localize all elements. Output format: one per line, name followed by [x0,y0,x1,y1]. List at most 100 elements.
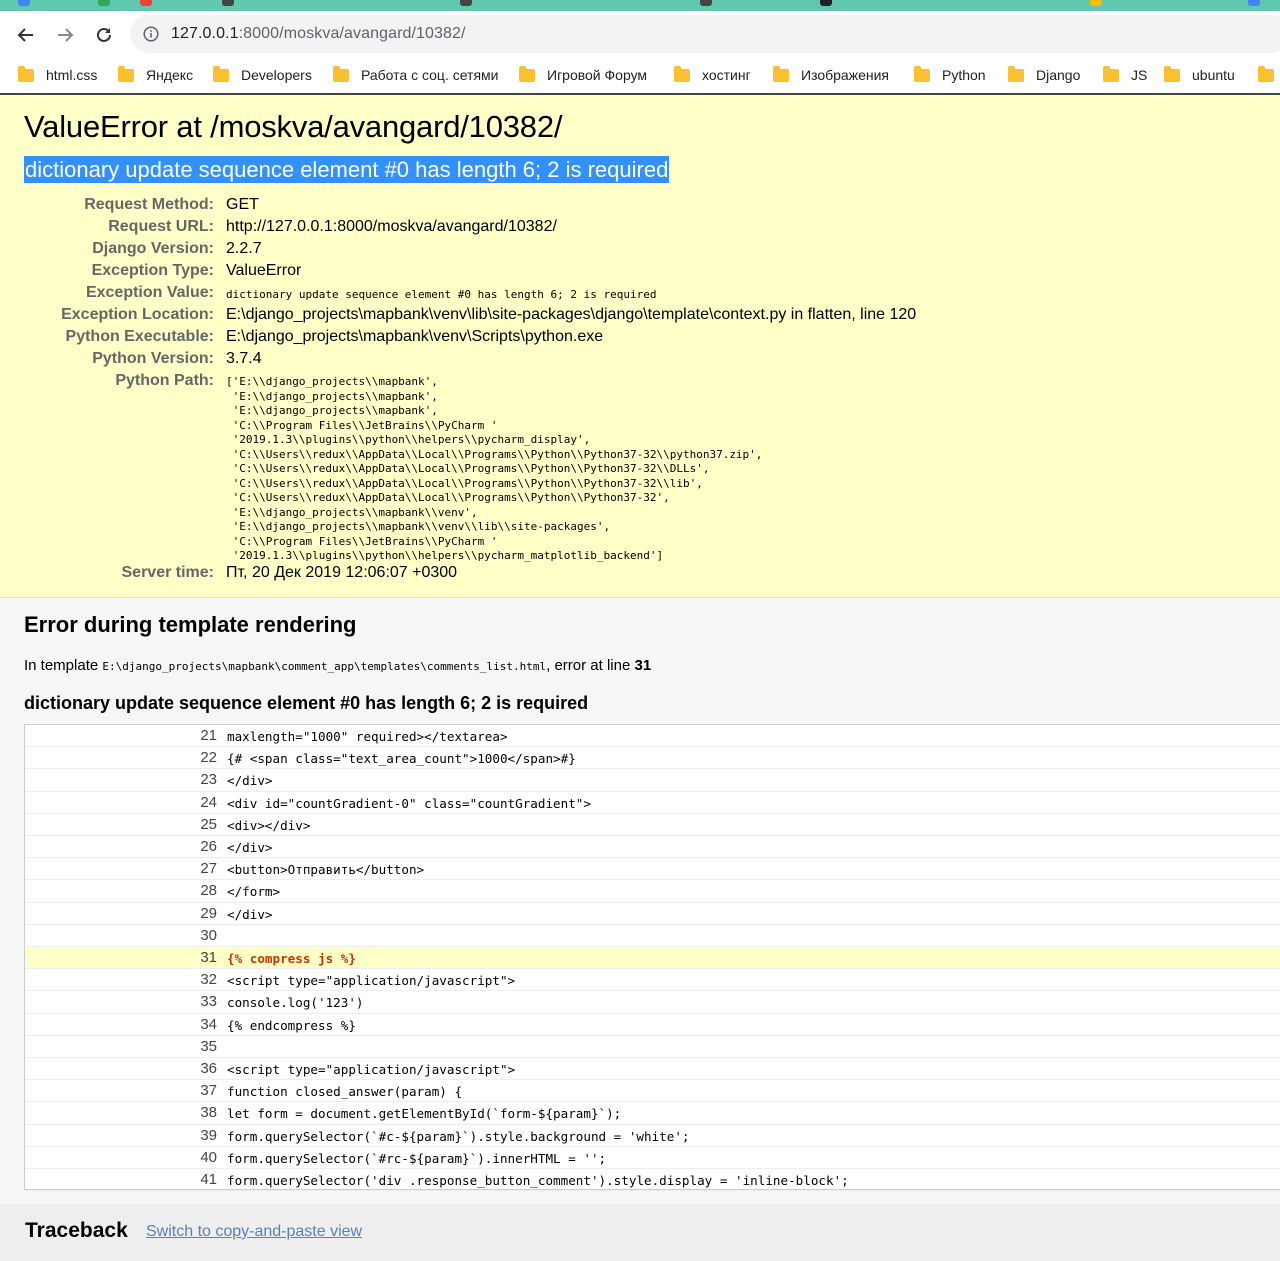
meta-value: Пт, 20 Дек 2019 12:06:07 +0300 [226,564,458,581]
line-number: 21 [200,727,217,744]
info-icon[interactable] [143,26,159,42]
line-code: {% compress js %} [227,951,356,966]
url-path: :8000/moskva/avangard/10382/ [238,25,466,42]
template-path: E:\django_projects\mapbank\comment_app\t… [102,660,547,673]
template-error-message: dictionary update sequence element #0 ha… [24,693,589,713]
bookmark-label: Яндекс [146,67,194,83]
bookmark-item[interactable]: Python [914,64,986,86]
error-line-number: 31 [634,657,652,674]
tab-strip[interactable] [0,0,1280,11]
address-bar[interactable]: 127.0.0.1:8000/moskva/avangard/10382/ [130,15,1280,53]
source-line: 36 <script type="application/javascript"> [25,1058,1280,1081]
bookmark-item[interactable]: JS [1103,64,1147,86]
line-number: 35 [200,1037,217,1055]
source-line: 38 let form = document.getElementById(`fo… [25,1102,1280,1125]
meta-value: 3.7.4 [226,350,262,367]
bookmark-label: Игровой Форум [547,67,648,83]
error-summary: ValueError at /moskva/avangard/10382/ di… [0,95,1280,598]
meta-value: E:\django_projects\mapbank\venv\Scripts\… [226,328,604,345]
error-at-prefix: , error at line [546,657,635,674]
traceback-section: Traceback Switch to copy-and-paste view [0,1204,1280,1261]
meta-key: Request URL: [108,218,214,235]
line-code: form.querySelector(`#rc-${param}`).inner… [227,1150,607,1166]
line-code: <button>Отправить</button> [227,862,425,878]
back-button[interactable] [12,21,40,49]
bookmark-label: Работа с соц. сетями [361,67,499,83]
line-code: </form> [227,884,281,900]
bookmark-item[interactable]: Developers [213,64,312,86]
traceback-heading: Traceback [25,1219,128,1242]
bookmark-item[interactable]: Работа с соц. сетями [333,64,498,86]
bookmark-item[interactable]: Игровой Форум [519,64,647,86]
page-title: ValueError at /moskva/avangard/10382/ [24,109,563,144]
line-code: function closed_answer(param) { [227,1084,463,1100]
bookmark-item[interactable]: Django [1008,64,1080,86]
forward-button[interactable] [51,21,79,49]
bookmark-item[interactable]: html.css [18,64,97,86]
line-number: 25 [200,815,217,833]
line-number: 29 [200,904,217,922]
line-number: 23 [200,771,217,789]
tab-favicon [1248,0,1260,6]
tab-favicon [700,0,712,6]
reload-icon [97,27,111,42]
source-line: 25 <div></div> [25,814,1280,836]
reload-button[interactable] [90,21,118,49]
source-line: 30 [25,925,1280,947]
line-code: <script type="application/javascript"> [227,1062,516,1077]
exception-message[interactable]: dictionary update sequence element #0 ha… [24,156,670,183]
source-line: 40 form.querySelector(`#rc-${param}`).inn… [25,1147,1280,1169]
bookmark-item[interactable]: Изображения [773,64,889,86]
bookmark-item[interactable]: Яндекс [118,64,193,86]
meta-value: ValueError [226,262,302,279]
source-line: 23 </div> [25,769,1280,792]
browser-toolbar: 127.0.0.1:8000/moskva/avangard/10382/ [0,11,1280,58]
meta-value: 2.2.7 [226,240,262,257]
template-error-section: Error during template rendering In templ… [0,598,1280,1204]
bookmark-item[interactable]: ubuntu [1164,64,1235,86]
folder-icon [674,65,690,82]
source-line: 21 maxlength="1000" required></textarea> [25,725,1280,748]
source-line: 24 <div id="countGradient-0" class="count… [25,792,1280,814]
folder-icon [914,65,930,82]
line-number: 26 [200,838,217,855]
copy-paste-view-link[interactable]: Switch to copy-and-paste view [146,1223,362,1241]
line-number: 40 [200,1148,217,1166]
line-number: 28 [200,882,217,900]
folder-icon [333,65,349,82]
line-number: 33 [200,993,217,1011]
folder-icon [1164,65,1180,82]
bookmark-label: JS [1131,67,1148,83]
line-code: form.querySelector('div .response_button… [227,1173,849,1188]
line-number: 27 [200,860,217,878]
folder-icon [118,65,134,82]
line-number: 34 [200,1015,217,1033]
meta-value: http://127.0.0.1:8000/moskva/avangard/10… [226,218,557,235]
arrow-left-icon [17,28,33,42]
bookmark-item[interactable]: хостинг [674,64,751,86]
tab-favicon [140,0,152,6]
section-heading: Error during template rendering [24,612,357,637]
bookmark-label: хостинг [702,67,751,83]
meta-key: Exception Type: [91,262,214,279]
url-text[interactable]: 127.0.0.1:8000/moskva/avangard/10382/ [171,25,466,43]
bookmark-label: ubuntu [1192,67,1235,83]
line-code: <div id="countGradient-0" class="countGr… [227,795,591,811]
folder-icon [1008,65,1024,82]
line-number: 32 [200,971,217,989]
bookmark-label: Python [942,67,986,83]
tab-favicon [820,0,832,6]
line-code: {% endcompress %} [227,1017,356,1033]
line-number: 37 [200,1082,217,1100]
bookmarks-overflow[interactable] [1258,64,1280,86]
bookmark-label: Developers [241,67,312,83]
folder-icon [18,65,34,82]
line-code: <div></div> [227,817,311,833]
source-line: 27 <button>Отправить</button> [25,858,1280,881]
line-number: 30 [200,926,217,944]
tab-favicon [460,0,472,6]
source-line: 39 form.querySelector(`#c-${param}`).styl… [25,1125,1280,1147]
folder-icon [1103,65,1119,82]
line-code: maxlength="1000" required></textarea> [227,729,508,744]
source-line: 41 form.querySelector('div .response_butt… [25,1169,1280,1192]
